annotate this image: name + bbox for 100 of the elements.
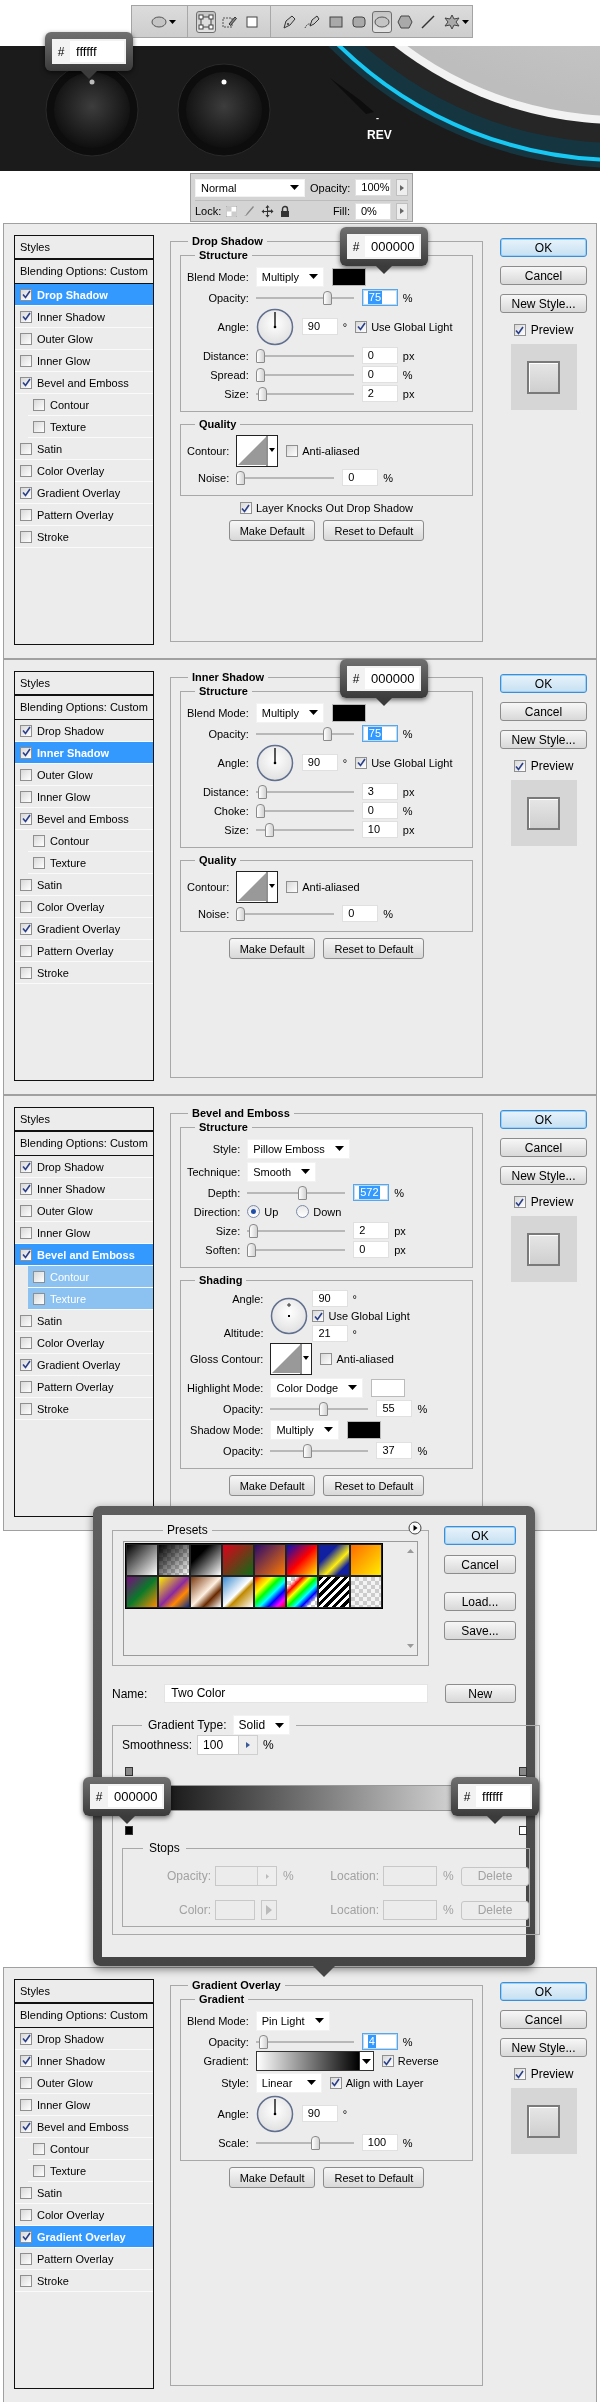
checkbox-label[interactable]: Anti-aliased (336, 1353, 394, 1365)
style-list-item[interactable]: Satin (15, 2182, 153, 2204)
style-list-item[interactable]: Texture (28, 2160, 153, 2182)
style-label[interactable]: Contour (50, 834, 90, 847)
number-field[interactable]: 90 (301, 318, 338, 335)
number-field[interactable]: 2 (353, 1222, 390, 1239)
dropdown[interactable]: Multiply (270, 1419, 339, 1440)
style-label[interactable]: Inner Shadow (37, 1182, 105, 1195)
hex-field[interactable]: 000000 (365, 236, 419, 257)
style-list-item[interactable]: Inner Shadow (15, 2050, 153, 2072)
style-label[interactable]: Satin (37, 1314, 63, 1327)
style-label[interactable]: Pattern Overlay (37, 944, 114, 957)
button[interactable]: Make Default (228, 1475, 316, 1496)
style-label[interactable]: Texture (50, 2164, 87, 2177)
style-list-item[interactable]: Bevel and Emboss (15, 808, 153, 830)
style-label[interactable]: Color Overlay (37, 464, 105, 477)
style-label[interactable]: Outer Glow (37, 2076, 93, 2089)
button[interactable]: Save... (444, 1621, 516, 1640)
style-label[interactable]: Drop Shadow (37, 1160, 104, 1173)
style-list-item[interactable]: Inner Glow (15, 786, 153, 808)
dropdown[interactable]: Pin Light (255, 2010, 330, 2031)
number-field[interactable]: 90 (301, 2105, 338, 2122)
radio-label[interactable]: Up (264, 1205, 279, 1218)
number-field[interactable]: 2 (361, 385, 398, 402)
checkbox-label[interactable]: Preview (530, 2067, 574, 2081)
number-field[interactable]: 55 (376, 1400, 413, 1417)
style-label[interactable]: Satin (37, 878, 63, 891)
hex-field[interactable]: ffffff (70, 41, 124, 62)
style-list-item[interactable]: Pattern Overlay (15, 504, 153, 526)
radio-label[interactable]: Down (313, 1205, 342, 1218)
style-list-item[interactable]: Bevel and Emboss (15, 2116, 153, 2138)
button[interactable]: Reset to Default (323, 938, 425, 959)
button[interactable]: OK (444, 1526, 516, 1545)
checkbox-label[interactable]: Reverse (397, 2055, 439, 2067)
style-label[interactable]: Inner Shadow (37, 310, 105, 323)
style-list-item[interactable]: Contour (28, 2138, 153, 2160)
dropdown[interactable]: Multiply (255, 266, 325, 287)
checkbox-label[interactable]: Preview (530, 1195, 574, 1209)
button[interactable]: Cancel (444, 1555, 516, 1574)
hex-field[interactable]: 000000 (108, 1786, 162, 1807)
style-label[interactable]: Pattern Overlay (37, 2252, 114, 2265)
style-label[interactable]: Drop Shadow (37, 724, 104, 737)
checkbox-label[interactable]: Use Global Light (371, 320, 453, 333)
number-field[interactable]: 90 (312, 1290, 349, 1307)
style-label[interactable]: Color Overlay (37, 2208, 105, 2221)
style-label[interactable]: Inner Glow (37, 354, 91, 367)
button[interactable]: Cancel (500, 2010, 587, 2029)
style-list-item[interactable]: Pattern Overlay (15, 1376, 153, 1398)
number-field[interactable]: 0 (361, 366, 398, 383)
style-label[interactable]: Drop Shadow (37, 2032, 104, 2045)
button[interactable]: Make Default (228, 938, 316, 959)
number-field[interactable]: 0 (361, 347, 398, 364)
button[interactable]: OK (500, 238, 587, 257)
dropdown[interactable]: Multiply (255, 702, 325, 723)
checkbox-label[interactable]: Anti-aliased (302, 881, 360, 893)
style-label[interactable]: Bevel and Emboss (37, 376, 129, 389)
button[interactable]: New Style... (500, 2038, 587, 2057)
checkbox-label[interactable]: Use Global Light (328, 1310, 410, 1322)
style-list-item[interactable]: Pattern Overlay (15, 2248, 153, 2270)
style-list-item[interactable]: Color Overlay (15, 460, 153, 482)
style-label[interactable]: Gradient Overlay (37, 922, 121, 935)
style-list-item[interactable]: Contour (28, 830, 153, 852)
style-list-item[interactable]: Outer Glow (15, 1200, 153, 1222)
number-field[interactable]: 0 (342, 469, 379, 486)
style-list-item[interactable]: Gradient Overlay (15, 482, 153, 504)
style-label[interactable]: Inner Shadow (37, 2054, 105, 2067)
number-field[interactable]: 0% (355, 202, 391, 220)
style-list-item[interactable]: Inner Shadow (15, 306, 153, 328)
checkbox-label[interactable]: Layer Knocks Out Drop Shadow (255, 502, 414, 514)
style-list-item[interactable]: Stroke (15, 1398, 153, 1420)
number-field[interactable]: 37 (376, 1442, 413, 1459)
button[interactable]: Make Default (228, 520, 316, 541)
style-label[interactable]: Bevel and Emboss (37, 812, 129, 825)
style-label[interactable]: Satin (37, 2186, 63, 2199)
button[interactable]: Reset to Default (323, 1475, 425, 1496)
number-field[interactable]: 0 (361, 802, 398, 819)
style-list-item[interactable]: Color Overlay (15, 1332, 153, 1354)
button[interactable]: Load... (444, 1592, 516, 1611)
number-field[interactable]: 10 (361, 821, 398, 838)
style-label[interactable]: Inner Glow (37, 1226, 91, 1239)
checkbox-label[interactable]: Preview (530, 759, 574, 773)
checkbox-label[interactable]: Preview (530, 323, 574, 337)
number-field[interactable]: 0 (342, 905, 379, 922)
style-label[interactable]: Gradient Overlay (37, 486, 121, 499)
style-label[interactable]: Stroke (37, 530, 69, 543)
style-label[interactable]: Outer Glow (37, 768, 93, 781)
style-label[interactable]: Color Overlay (37, 900, 105, 913)
dropdown[interactable]: Normal (195, 178, 305, 197)
button[interactable]: Reset to Default (323, 2167, 425, 2188)
number-field[interactable]: 100% (355, 179, 392, 196)
style-list-item[interactable]: Outer Glow (15, 328, 153, 350)
button[interactable]: OK (500, 674, 587, 693)
number-field[interactable]: 3 (361, 783, 398, 800)
style-label[interactable]: Inner Glow (37, 790, 91, 803)
style-label[interactable]: Outer Glow (37, 332, 93, 345)
number-field[interactable]: 90 (301, 754, 338, 771)
number-field[interactable]: 100 (361, 2134, 398, 2151)
button[interactable]: Cancel (500, 1138, 587, 1157)
style-list-item[interactable]: Texture (28, 852, 153, 874)
name-field[interactable]: Two Color (164, 1684, 428, 1703)
